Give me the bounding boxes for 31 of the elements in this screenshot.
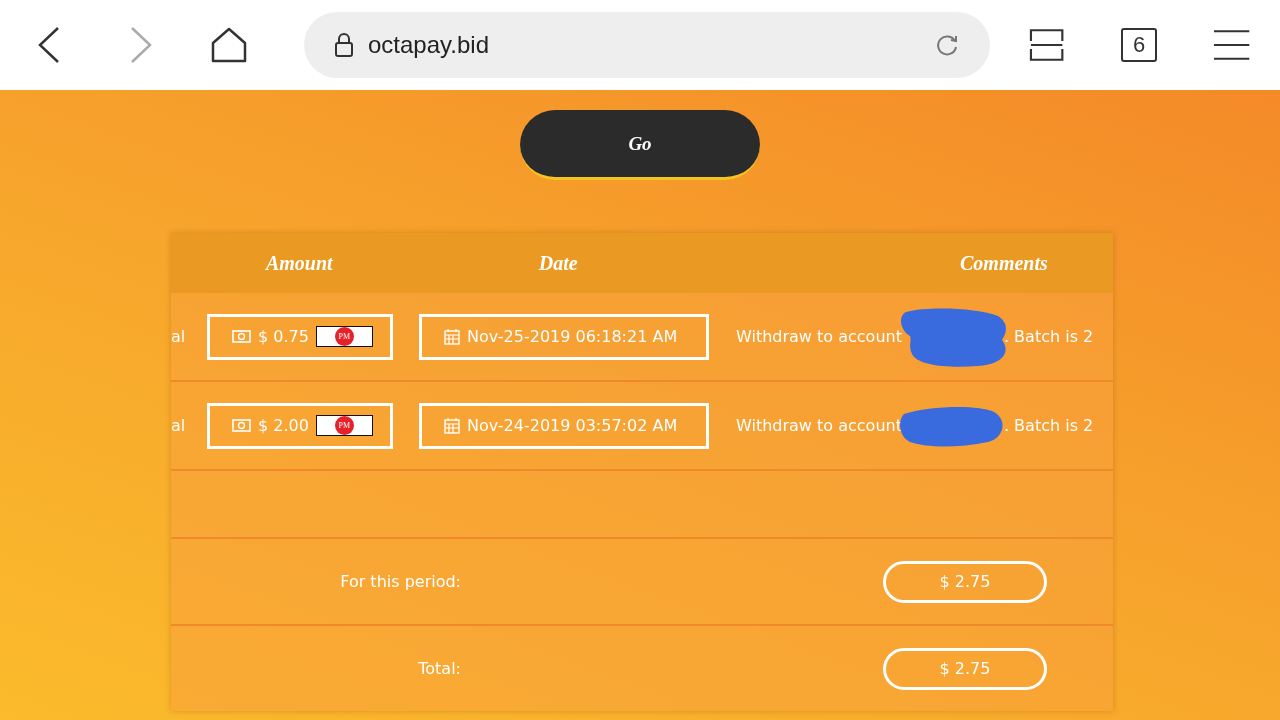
calendar-icon	[444, 328, 460, 345]
lock-icon	[334, 32, 354, 58]
summary-value: $ 2.75	[883, 560, 1047, 603]
date-text: Nov-24-2019 03:57:02 AM	[467, 416, 678, 435]
comment-text: . Batch is 2	[1003, 416, 1094, 435]
banknote-icon	[232, 330, 251, 343]
payment-badge: PM	[315, 415, 373, 436]
payment-badge: PM	[315, 326, 373, 347]
table-cell-text: al	[171, 416, 187, 435]
comment-text: Withdraw to account	[736, 327, 902, 346]
amount-text: $ 0.75	[258, 327, 309, 346]
column-header: Comments	[959, 251, 1049, 275]
url-text: octapay.bid	[368, 31, 490, 59]
column-header: Amount	[264, 251, 334, 275]
home-button[interactable]	[210, 26, 248, 64]
address-bar[interactable]: octapay.bid	[304, 12, 991, 78]
summary-label: Total:	[417, 659, 461, 678]
calendar-icon	[444, 417, 460, 434]
banknote-icon	[232, 419, 251, 432]
comment-text: . Batch is 2	[1003, 327, 1094, 346]
go-button[interactable]: Go	[520, 110, 760, 180]
table-cell-text: al	[171, 327, 187, 346]
tab-count-button[interactable]: 6	[1121, 28, 1157, 62]
column-header: Date	[537, 251, 579, 275]
comment-text: Withdraw to account	[736, 416, 902, 435]
amount-text: $ 2.00	[258, 416, 309, 435]
reader-mode-icon[interactable]	[1028, 27, 1066, 63]
summary-value: $ 2.75	[883, 647, 1047, 690]
date-text: Nov-25-2019 06:18:21 AM	[467, 327, 678, 346]
menu-icon[interactable]	[1212, 29, 1250, 61]
summary-label: For this period:	[339, 572, 461, 591]
